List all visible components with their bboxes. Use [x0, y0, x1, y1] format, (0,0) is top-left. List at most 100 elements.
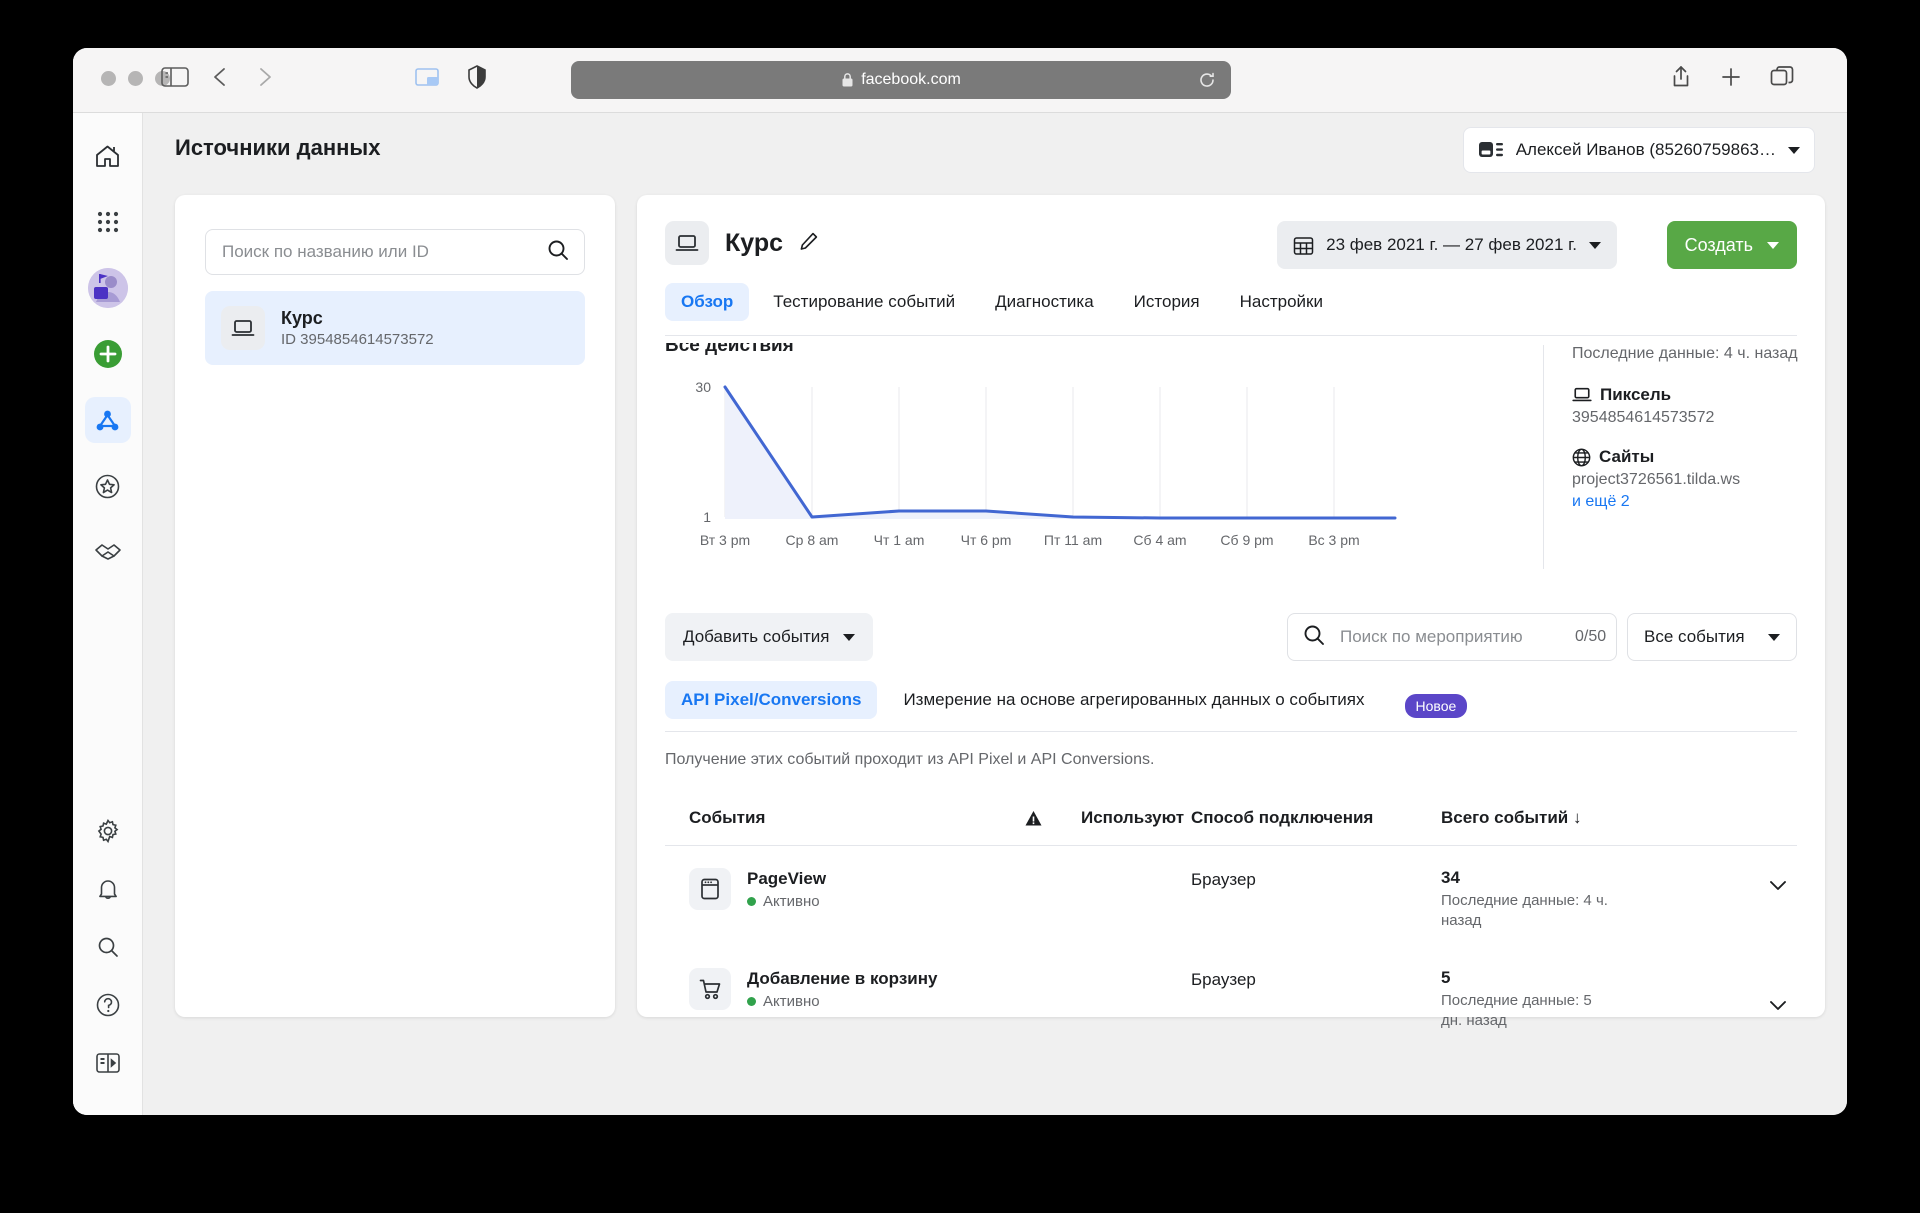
event-name: PageView	[747, 869, 827, 888]
event-status-label: Активно	[763, 893, 820, 911]
chevron-down-icon[interactable]	[1767, 241, 1779, 249]
edit-pencil-icon[interactable]	[799, 231, 819, 256]
back-icon[interactable]	[209, 64, 231, 95]
list-item[interactable]: Курс ID 3954854614573572	[205, 291, 585, 365]
create-button[interactable]: Создать	[1666, 221, 1797, 269]
site-url: project3726561.tilda.ws	[1572, 471, 1741, 488]
chevron-down-icon[interactable]	[1768, 633, 1780, 641]
search-icon[interactable]	[546, 238, 570, 267]
subtab-api-pixel-conversions[interactable]: API Pixel/Conversions	[665, 681, 878, 719]
detail-header: Курс	[665, 221, 819, 265]
star-circle-icon[interactable]	[85, 463, 131, 509]
tab-settings[interactable]: Настройки	[1224, 283, 1339, 321]
x-tick-0: Вт 3 pm	[700, 532, 750, 548]
event-filter-label: Все события	[1644, 627, 1745, 646]
sites-heading: Сайты	[1572, 447, 1826, 467]
address-bar[interactable]: facebook.com	[571, 61, 1231, 99]
x-tick-1: Ср 8 am	[786, 532, 839, 548]
x-tick-7: Вс 3 pm	[1308, 532, 1359, 548]
collapse-panel-icon[interactable]	[85, 1040, 131, 1086]
source-search-box[interactable]	[205, 229, 585, 275]
status-dot	[747, 997, 756, 1007]
table-row[interactable]: Добавление в корзину Активно Браузер 5 П…	[665, 946, 1797, 1046]
content-area: Источники данных Алексей Иванов (8526075…	[143, 113, 1847, 1115]
sources-panel: Курс ID 3954854614573572	[175, 195, 615, 1017]
forward-icon[interactable]	[254, 64, 276, 95]
calendar-icon	[1293, 236, 1314, 255]
tab-overview-icon[interactable]	[414, 64, 440, 95]
event-status: Активно	[747, 893, 826, 910]
reload-icon[interactable]	[1197, 70, 1217, 95]
event-cell: PageView Активно	[665, 868, 985, 910]
total-events-cell: 5 Последние данные: 5 дн. назад	[1441, 968, 1797, 1032]
row-last-data: Последние данные: 4 ч. назад	[1441, 892, 1608, 930]
close-window-button[interactable]	[101, 71, 116, 86]
column-header-total[interactable]: Всего событий ↓	[1441, 808, 1797, 828]
lock-icon	[842, 73, 853, 87]
bell-icon[interactable]	[85, 866, 131, 912]
laptop-icon	[1572, 387, 1592, 402]
chevron-down-icon[interactable]	[843, 633, 856, 641]
detail-panel: Курс 23 фев 2021 г. — 27 фев 2021 г. Соз…	[637, 195, 1826, 1029]
globe-icon	[1572, 448, 1591, 466]
laptop-icon	[221, 306, 265, 350]
tab-overview[interactable]: Обзор	[665, 283, 750, 321]
search-counter: 0/50	[1575, 628, 1607, 645]
help-icon[interactable]	[85, 982, 131, 1028]
browser-toolbar: facebook.com	[73, 48, 1847, 113]
new-tab-icon[interactable]	[1719, 64, 1743, 95]
minimize-window-button[interactable]	[128, 71, 143, 86]
table-row[interactable]: PageView Активно Браузер 34 Последние да…	[665, 846, 1797, 946]
create-button-label: Создать	[1684, 234, 1753, 255]
tab-diagnostics[interactable]: Диагностика	[979, 283, 1110, 321]
y-tick-30: 30	[695, 379, 711, 395]
apps-grid-icon[interactable]	[85, 199, 131, 245]
app-body: Источники данных Алексей Иванов (8526075…	[73, 113, 1847, 1115]
add-events-button[interactable]: Добавить события	[665, 613, 874, 661]
event-search-box[interactable]: 0/50	[1287, 613, 1617, 661]
handshake-icon[interactable]	[85, 529, 131, 575]
measurement-subtabs: API Pixel/Conversions Измерение на основ…	[665, 681, 1797, 732]
shield-icon[interactable]	[466, 64, 488, 95]
home-icon[interactable]	[85, 133, 131, 179]
subtab-aggregated-measurement[interactable]: Измерение на основе агрегированных данны…	[887, 681, 1380, 719]
search-icon[interactable]	[85, 924, 131, 970]
sidebar-toggle-icon[interactable]	[160, 64, 190, 95]
gear-icon[interactable]	[85, 808, 131, 854]
chevron-down-icon[interactable]	[1767, 874, 1789, 901]
share-icon[interactable]	[1670, 64, 1692, 95]
chart-title: Все действия	[665, 343, 794, 356]
event-filter-dropdown[interactable]: Все события	[1627, 613, 1797, 661]
event-status: Активно	[747, 993, 937, 1010]
account-selector[interactable]: Алексей Иванов (85260759863…	[1462, 127, 1815, 173]
more-sites-link[interactable]: и ещё 2	[1572, 493, 1826, 511]
url-text: facebook.com	[861, 71, 961, 88]
date-range-picker[interactable]: 23 фев 2021 г. — 27 фев 2021 г.	[1277, 221, 1617, 269]
search-input[interactable]	[220, 241, 546, 263]
detail-tabs: Обзор Тестирование событий Диагностика И…	[665, 283, 1797, 336]
column-header-connection: Способ подключения	[1191, 808, 1374, 827]
tab-event-testing[interactable]: Тестирование событий	[757, 283, 971, 321]
chevron-down-icon[interactable]	[1788, 146, 1800, 154]
page-title: Источники данных	[175, 135, 381, 160]
event-cell: Добавление в корзину Активно	[665, 968, 985, 1010]
total-events-cell: 34 Последние данные: 4 ч. назад	[1441, 868, 1797, 932]
sidebar-item-data-sources[interactable]	[84, 397, 131, 443]
x-tick-3: Чт 6 pm	[961, 532, 1012, 548]
chevron-down-icon[interactable]	[1767, 994, 1789, 1021]
chart-svg: 30 1 Вт 3 pm Ср 8 am Чт 1 am Чт 6 pm Пт …	[695, 379, 1397, 548]
x-tick-6: Сб 9 pm	[1220, 532, 1273, 548]
shopping-cart-icon	[689, 968, 731, 1010]
last-data-text: Последние данные: 4 ч. назад	[1572, 345, 1798, 362]
show-tabs-icon[interactable]	[1769, 64, 1795, 95]
event-search-input[interactable]	[1338, 626, 1563, 648]
create-plus-icon[interactable]	[85, 331, 131, 377]
browser-window: facebook.com Источники данных Алексей Ив…	[73, 48, 1847, 1115]
x-tick-5: Сб 4 am	[1133, 532, 1186, 548]
warning-triangle-icon[interactable]	[985, 810, 1081, 827]
tab-history[interactable]: История	[1118, 283, 1216, 321]
chevron-down-icon[interactable]	[1589, 241, 1601, 249]
column-header-events: События	[689, 808, 766, 827]
avatar[interactable]	[85, 265, 131, 311]
pixel-label: Пиксель	[1600, 385, 1672, 404]
